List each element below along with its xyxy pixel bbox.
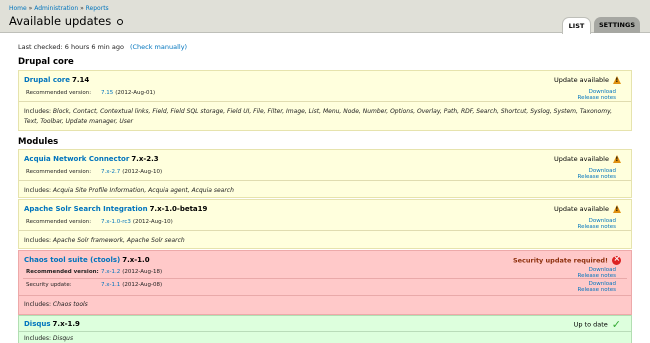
security-version-links: Download Release notes [578, 281, 617, 293]
check-icon: ✓ [611, 318, 621, 331]
project-link[interactable]: Disqus [24, 320, 51, 328]
project-acquia-network-connector: Acquia Network Connector 7.x-2.3 Update a… [18, 149, 632, 198]
project-name: Disqus 7.x-1.9 [24, 320, 80, 328]
divider [19, 101, 631, 102]
recommended-version-link[interactable]: 7.x-2.7 [101, 169, 120, 175]
project-includes: Includes: Block, Contact, Contextual lin… [24, 107, 623, 126]
page-title-text: Available updates [9, 14, 112, 28]
project-link[interactable]: Drupal core [24, 76, 70, 84]
project-apache-solr: Apache Solr Search Integration 7.x-1.0-be… [18, 199, 632, 249]
project-includes: Includes: Disqus [24, 334, 623, 343]
project-name: Drupal core 7.14 [24, 76, 89, 84]
project-includes: Includes: Apache Solr framework, Apache … [24, 236, 623, 246]
project-status: Update available [554, 76, 621, 84]
recommended-label: Recommended version: [26, 219, 92, 225]
project-status: Update available [554, 155, 621, 163]
recommended-version-row: Recommended version: 7.x-1.2 (2012-Aug-18) [26, 269, 162, 275]
breadcrumb-administration-link[interactable]: Administration [34, 5, 78, 12]
warning-icon [613, 205, 621, 213]
recommended-version-link[interactable]: 7.15 [101, 90, 113, 96]
version-links: Download Release notes [578, 218, 617, 230]
version-links: Download Release notes [578, 89, 617, 101]
project-link[interactable]: Apache Solr Search Integration [24, 205, 148, 213]
breadcrumb: Home » Administration » Reports [9, 5, 109, 12]
status-text: Update available [554, 76, 609, 84]
breadcrumb-home-link[interactable]: Home [9, 5, 27, 12]
includes-label: Includes: [24, 301, 51, 308]
divider [23, 278, 627, 279]
recommended-date: (2012-Aug-01) [115, 90, 156, 96]
recommended-date: (2012-Aug-18) [122, 269, 163, 275]
status-text: Security update required! [512, 256, 608, 265]
project-status: Up to date ✓ [574, 318, 621, 331]
version-links: Download Release notes [578, 168, 617, 180]
tab-settings[interactable]: SETTINGS [594, 17, 640, 33]
includes-list: Acquia Site Profile Information, Acquia … [52, 187, 234, 194]
status-text: Update available [554, 205, 609, 213]
warning-icon [613, 76, 621, 84]
release-notes-link[interactable]: Release notes [578, 287, 617, 293]
page-title: Available updates [9, 14, 124, 28]
includes-label: Includes: [24, 187, 51, 194]
recommended-label: Recommended version: [26, 269, 99, 275]
breadcrumb-separator: » [80, 5, 84, 12]
page-header: Home » Administration » Reports Availabl… [0, 0, 650, 34]
recommended-version-row: Recommended version: 7.x-2.7 (2012-Aug-10) [26, 169, 162, 175]
project-name: Chaos tool suite (ctools) 7.x-1.0 [24, 256, 150, 264]
project-includes: Includes: Chaos tools [24, 300, 623, 310]
recommended-label: Recommended version: [26, 169, 92, 175]
last-checked: Last checked: 6 hours 6 min ago (Check ma… [18, 43, 187, 51]
divider [19, 180, 631, 181]
project-version: 7.x-1.0-beta19 [149, 205, 208, 213]
breadcrumb-reports-link[interactable]: Reports [86, 5, 109, 12]
includes-list: Apache Solr framework, Apache Solr searc… [52, 237, 185, 244]
check-manually-link[interactable]: (Check manually) [130, 43, 187, 51]
project-version: 7.14 [71, 76, 90, 84]
project-includes: Includes: Acquia Site Profile Informatio… [24, 186, 623, 196]
breadcrumb-separator: » [28, 5, 33, 12]
recommended-label: Recommended version: [26, 90, 92, 96]
project-status: Security update required! [512, 254, 621, 265]
warning-icon [613, 155, 621, 163]
project-disqus: Disqus 7.x-1.9 Up to date ✓ Includes: Disq… [18, 315, 632, 343]
includes-list: Chaos tools [52, 301, 88, 308]
project-version: 7.x-1.9 [52, 320, 80, 328]
recommended-version-link[interactable]: 7.x-1.2 [101, 269, 120, 275]
security-date: (2012-Aug-08) [122, 282, 163, 288]
recommended-version-row: Recommended version: 7.15 (2012-Aug-01) [26, 90, 155, 96]
project-name: Apache Solr Search Integration 7.x-1.0-be… [24, 205, 207, 213]
divider [19, 230, 631, 231]
project-link[interactable]: Acquia Network Connector [24, 155, 129, 163]
error-icon [612, 254, 621, 265]
recommended-date: (2012-Aug-10) [132, 219, 173, 225]
divider [19, 295, 631, 296]
project-version: 7.x-1.0 [122, 256, 150, 264]
includes-label: Includes: [24, 335, 51, 342]
project-status: Update available [554, 205, 621, 213]
security-label: Security update: [26, 282, 72, 288]
status-text: Up to date [573, 320, 608, 329]
includes-list: Disqus [52, 335, 74, 342]
includes-list: Block, Contact, Contextual links, Field,… [24, 108, 613, 125]
security-update-row: Security update: 7.x-1.1 (2012-Aug-08) [26, 282, 162, 288]
includes-label: Includes: [24, 237, 51, 244]
security-version-link[interactable]: 7.x-1.1 [101, 282, 120, 288]
divider [19, 331, 631, 332]
section-title-core: Drupal core [18, 57, 74, 67]
project-name: Acquia Network Connector 7.x-2.3 [24, 155, 159, 163]
includes-label: Includes: [24, 108, 51, 115]
recommended-version-row: Recommended version: 7.x-1.0-rc3 (2012-Aug… [26, 219, 173, 225]
project-drupal-core: Drupal core7.14 Update available Recomme… [18, 70, 632, 131]
project-ctools: Chaos tool suite (ctools) 7.x-1.0 Securit… [18, 250, 632, 315]
recommended-date: (2012-Aug-10) [122, 169, 163, 175]
last-checked-text: Last checked: 6 hours 6 min ago [18, 43, 124, 51]
section-title-modules: Modules [18, 137, 59, 147]
recommended-version-link[interactable]: 7.x-1.0-rc3 [101, 219, 131, 225]
add-shortcut-icon[interactable] [117, 18, 124, 25]
status-text: Update available [554, 155, 609, 163]
project-version: 7.x-2.3 [131, 155, 159, 163]
project-link[interactable]: Chaos tool suite (ctools) [24, 256, 120, 264]
tab-list[interactable]: LIST [562, 17, 591, 34]
